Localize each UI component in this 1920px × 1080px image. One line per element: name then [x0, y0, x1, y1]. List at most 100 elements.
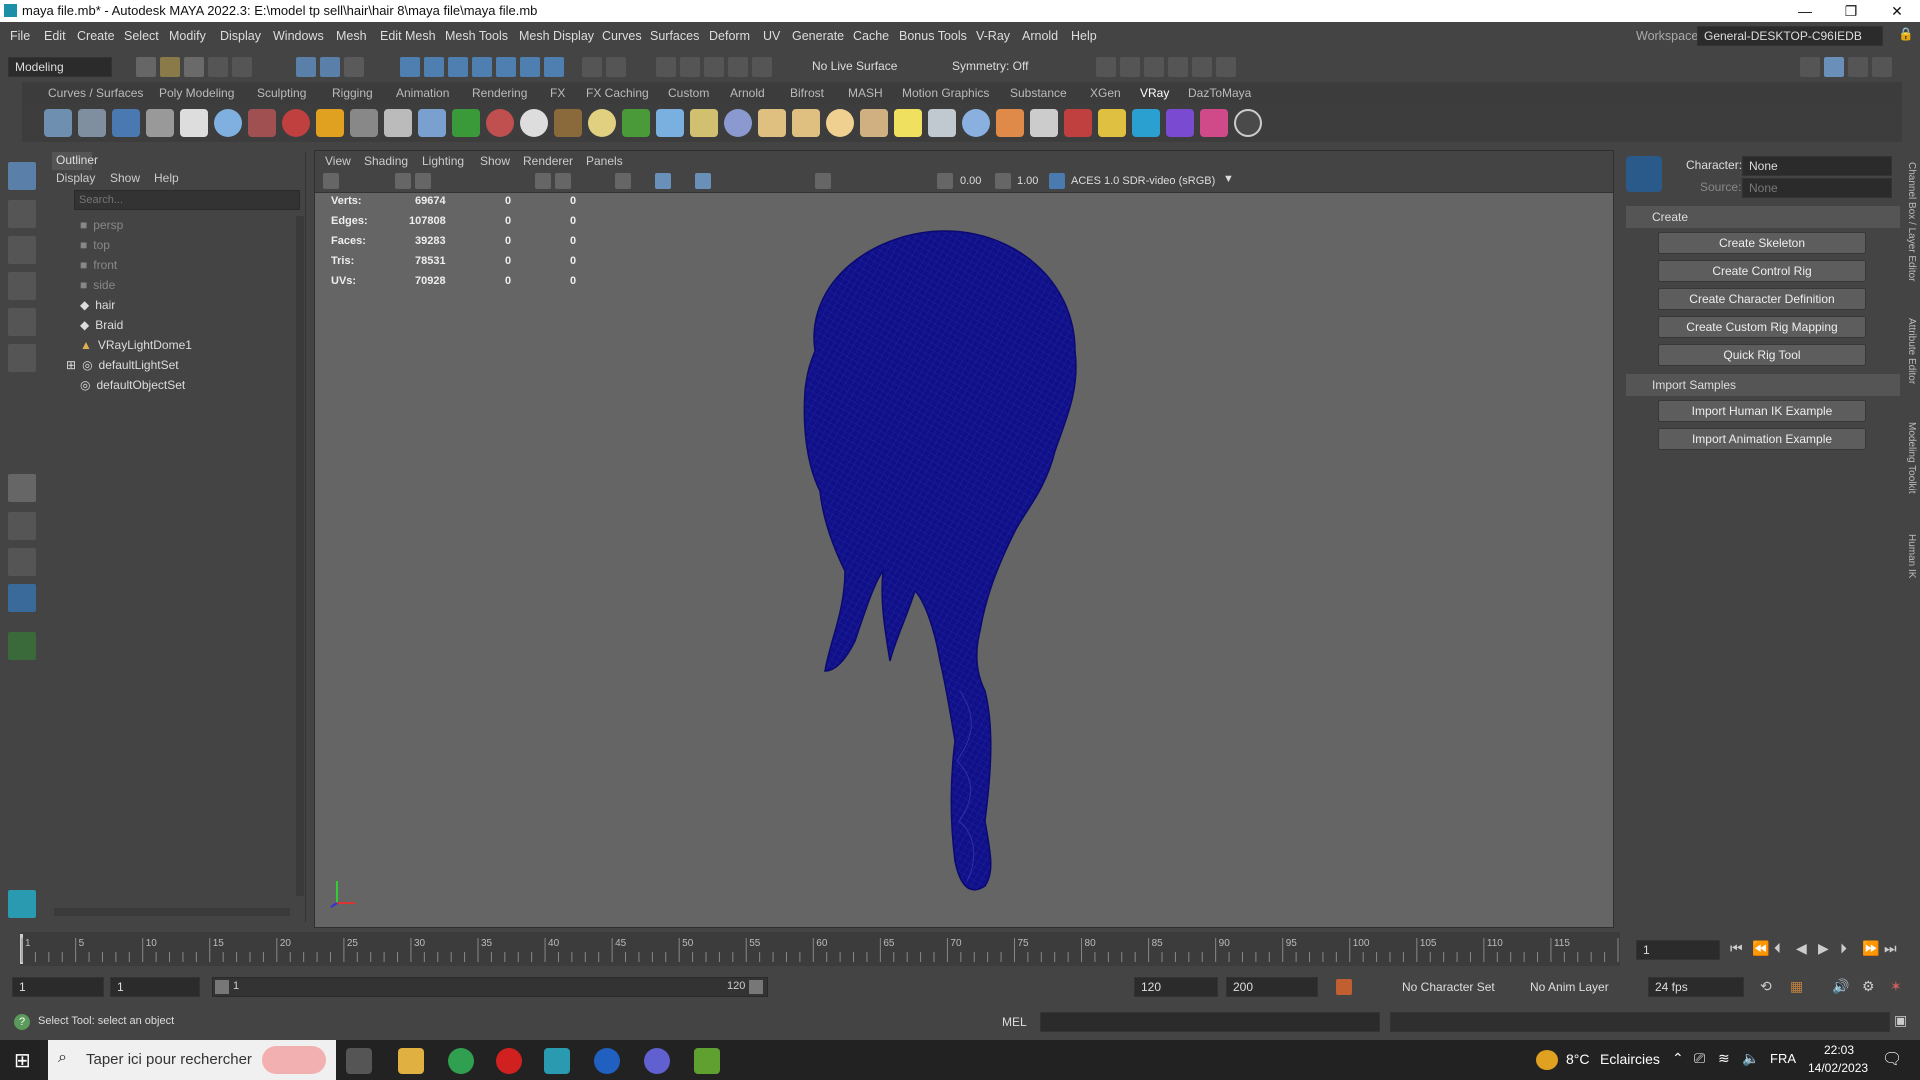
paint-select-tool-icon[interactable]: [8, 236, 36, 264]
notification-icon[interactable]: 🗨: [1882, 1049, 1902, 1069]
menu-help[interactable]: Help: [1071, 29, 1097, 43]
camera-attributes-icon[interactable]: [395, 173, 411, 189]
shelf-tab-substance[interactable]: Substance: [1010, 86, 1067, 100]
create-character-definition-button[interactable]: Create Character Definition: [1658, 288, 1866, 310]
shelf-tab-fx[interactable]: FX: [550, 86, 565, 100]
color-management-icon[interactable]: [1049, 173, 1065, 189]
vray-render-elements-icon[interactable]: [78, 109, 106, 137]
smooth-shade-icon[interactable]: [655, 173, 671, 189]
opera-icon[interactable]: [496, 1048, 522, 1074]
range-slider[interactable]: 1 120: [212, 977, 768, 997]
create-section-header[interactable]: Create: [1626, 206, 1900, 228]
outliner-horizontal-scrollbar[interactable]: [54, 908, 290, 916]
menu-edit-mesh[interactable]: Edit Mesh: [380, 29, 436, 43]
quick-rig-tool-button[interactable]: Quick Rig Tool: [1658, 344, 1866, 366]
live-surface-field[interactable]: No Live Surface: [806, 57, 906, 77]
vray-proxy-icon[interactable]: [350, 109, 378, 137]
vray-dome-light-icon[interactable]: [758, 109, 786, 137]
light-editor-icon[interactable]: [1192, 57, 1212, 77]
help-icon[interactable]: [1234, 109, 1262, 137]
step-back-icon[interactable]: ⏪: [1752, 940, 1769, 957]
two-view-icon[interactable]: [8, 548, 36, 576]
gamma-icon[interactable]: [995, 173, 1011, 189]
hypershade-icon[interactable]: [1144, 57, 1164, 77]
ipr-render-icon[interactable]: [752, 57, 772, 77]
command-input[interactable]: [1040, 1012, 1380, 1032]
shelf-tab-curves-surfaces[interactable]: Curves / Surfaces: [48, 86, 143, 100]
viewport-menu-renderer[interactable]: Renderer: [523, 154, 573, 168]
snap-grid-icon[interactable]: [400, 57, 420, 77]
wifi-icon[interactable]: ≋: [1718, 1050, 1730, 1067]
go-to-end-icon[interactable]: ⏭: [1884, 940, 1897, 957]
play-back-icon[interactable]: ◀: [1796, 940, 1807, 957]
shelf-tab-rendering[interactable]: Rendering: [472, 86, 527, 100]
menu-create[interactable]: Create: [77, 29, 115, 43]
menu-set-select[interactable]: Modeling: [8, 57, 112, 77]
expand-icon[interactable]: ⊞: [66, 358, 76, 372]
vray-grass-icon[interactable]: [622, 109, 650, 137]
side-tab-attribute-editor[interactable]: Attribute Editor: [1906, 318, 1917, 384]
film-gate-icon[interactable]: [555, 173, 571, 189]
vray-globe-icon[interactable]: [588, 109, 616, 137]
io-icon[interactable]: [680, 57, 700, 77]
end-time-field[interactable]: 200: [1226, 977, 1318, 997]
menu-uv[interactable]: UV: [763, 29, 780, 43]
outliner-menu-show[interactable]: Show: [110, 171, 140, 185]
weather-text[interactable]: Eclaircies: [1600, 1051, 1660, 1067]
hair-mesh-shape[interactable]: [803, 230, 1077, 891]
gamma-value[interactable]: 1.00: [1017, 175, 1038, 187]
outliner-item[interactable]: ▲ VRayLightDome1: [80, 336, 192, 354]
rotate-tool-icon[interactable]: [8, 308, 36, 336]
menu-mesh-tools[interactable]: Mesh Tools: [445, 29, 508, 43]
lasso-tool-icon[interactable]: [8, 200, 36, 228]
shelf-tab-custom[interactable]: Custom: [668, 86, 709, 100]
minimize-button[interactable]: —: [1782, 0, 1828, 22]
exposure-value[interactable]: 0.00: [960, 175, 981, 187]
vray-settings-icon[interactable]: [44, 109, 72, 137]
vray-plane-icon[interactable]: [928, 109, 956, 137]
time-ruler[interactable]: 1 5 10 15 20 25 30 35 40 45 50 55 60 65 70 75 80 85 90 95 10…: [20, 932, 1620, 966]
discord-icon[interactable]: [644, 1048, 670, 1074]
snap-curve-icon[interactable]: [424, 57, 444, 77]
playback-settings-icon[interactable]: ▦: [1790, 978, 1803, 995]
save-scene-icon[interactable]: [184, 57, 204, 77]
current-frame-field[interactable]: 1: [1636, 940, 1720, 960]
vray-omni-light-icon[interactable]: [826, 109, 854, 137]
outliner-search-input[interactable]: [74, 190, 300, 210]
clock-date[interactable]: 14/02/2023: [1808, 1061, 1868, 1075]
vray-displacement-icon[interactable]: [418, 109, 446, 137]
layout-list-icon[interactable]: [1848, 57, 1868, 77]
open-scene-icon[interactable]: [160, 57, 180, 77]
vray-chaos-icon[interactable]: [1098, 109, 1126, 137]
search-icon[interactable]: [8, 632, 36, 660]
source-select[interactable]: None: [1742, 178, 1892, 198]
layout-toolkit-icon[interactable]: [1872, 57, 1892, 77]
outliner-item[interactable]: ■ persp: [80, 216, 123, 234]
cinema-app-icon[interactable]: [594, 1048, 620, 1074]
outliner-item[interactable]: ⊞ ◎ defaultLightSet: [66, 356, 179, 374]
step-forward-icon[interactable]: ⏩: [1862, 940, 1879, 957]
side-tab-human-ik[interactable]: Human IK: [1906, 534, 1917, 578]
menu-curves[interactable]: Curves: [602, 29, 642, 43]
loop-icon[interactable]: ⟲: [1760, 978, 1772, 995]
close-button[interactable]: ✕: [1874, 0, 1920, 22]
shelf-tab-mash[interactable]: MASH: [848, 86, 883, 100]
anim-layer-select[interactable]: No Anim Layer: [1530, 980, 1609, 994]
grid-icon[interactable]: [535, 173, 551, 189]
outliner-item[interactable]: ■ side: [80, 276, 115, 294]
workspace-select[interactable]: General-DESKTOP-C96IEDB: [1697, 26, 1883, 46]
chevron-up-icon[interactable]: ⌃: [1672, 1050, 1684, 1067]
create-skeleton-button[interactable]: Create Skeleton: [1658, 232, 1866, 254]
vray-material-icon[interactable]: [214, 109, 242, 137]
render-frame-icon[interactable]: [1120, 57, 1140, 77]
temperature-text[interactable]: 8°C: [1566, 1051, 1590, 1067]
wireframe-icon[interactable]: [615, 173, 631, 189]
taskbar-search-box[interactable]: ⌕ Taper ici pour rechercher: [48, 1040, 336, 1080]
create-control-rig-button[interactable]: Create Control Rig: [1658, 260, 1866, 282]
play-forward-icon[interactable]: ▶: [1818, 940, 1829, 957]
outliner-item[interactable]: ◎ defaultObjectSet: [80, 376, 185, 394]
character-settings-icon[interactable]: ✶: [1890, 978, 1902, 995]
shelf-tab-fx-caching[interactable]: FX Caching: [586, 86, 649, 100]
camera-select-icon[interactable]: [323, 173, 339, 189]
vray-dome-sphere-icon[interactable]: [724, 109, 752, 137]
